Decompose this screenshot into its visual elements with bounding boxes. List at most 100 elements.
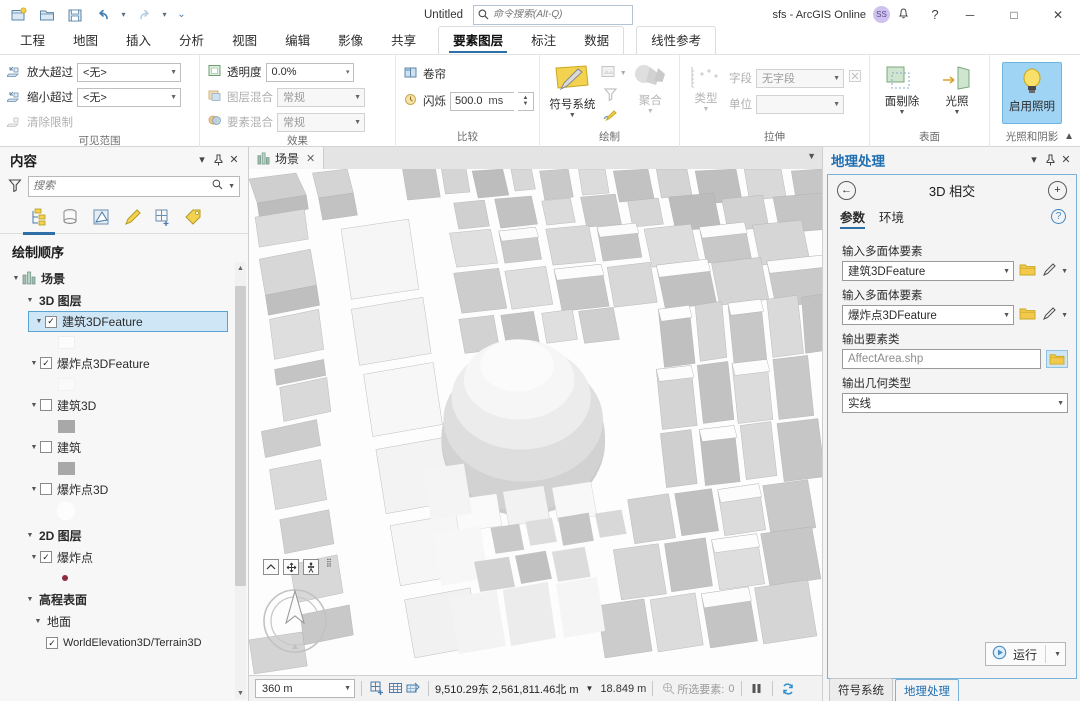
tree-node-scene[interactable]: ▼ 场景 <box>0 267 248 289</box>
ribbon-tab-share[interactable]: 共享 <box>377 27 430 54</box>
ribbon-tab-insert[interactable]: 插入 <box>112 27 165 54</box>
scale-selector[interactable]: 360 m ▼ <box>255 679 355 698</box>
chevron-down-icon[interactable]: ▼ <box>703 106 710 113</box>
zoom-out-beyond-combo[interactable]: <无> ▼ <box>77 87 181 107</box>
customize-qat-icon[interactable]: ⌄ <box>176 9 187 20</box>
pause-icon[interactable] <box>748 680 766 698</box>
feature-blend-combo[interactable]: 常规 ▼ <box>277 112 365 132</box>
folder-icon[interactable] <box>1019 306 1036 324</box>
face-culling-button[interactable]: 面剔除 ▼ <box>877 62 927 116</box>
chevron-expand-icon[interactable]: ▼ <box>33 318 45 325</box>
add-grid-icon[interactable] <box>368 680 386 698</box>
symbology-button[interactable]: 符号系统 ▼ <box>547 61 598 119</box>
undo-icon[interactable] <box>90 3 116 27</box>
dock-tab-geoprocessing[interactable]: 地理处理 <box>895 679 959 701</box>
contents-search[interactable]: ▼ <box>28 175 240 197</box>
chevron-down-icon[interactable]: ▼ <box>586 684 594 693</box>
import-symbology-icon[interactable] <box>600 64 618 83</box>
ribbon-tab-view[interactable]: 视图 <box>218 27 271 54</box>
chevron-expand-icon[interactable]: ▼ <box>24 532 36 539</box>
layer-visibility-checkbox[interactable] <box>40 441 52 453</box>
sidebar-item-list-by-snapping[interactable] <box>150 204 176 230</box>
symbol-edit-icon[interactable] <box>602 108 627 127</box>
layer-visibility-checkbox[interactable]: ✓ <box>40 551 52 563</box>
chevron-down-icon[interactable]: ▼ <box>1061 268 1068 275</box>
layer-visibility-checkbox[interactable]: ✓ <box>40 357 52 369</box>
tree-node-building[interactable]: ▼ 建筑 <box>0 436 248 458</box>
navigator-compass[interactable] <box>259 583 331 655</box>
magnifier-icon[interactable] <box>212 179 223 193</box>
maximize-button[interactable]: □ <box>992 0 1036 29</box>
plus-circle-icon[interactable]: + <box>1048 180 1067 200</box>
layer-visibility-checkbox[interactable] <box>40 399 52 411</box>
flash-duration-input[interactable]: 500.0 ms <box>450 91 514 111</box>
tab-parameters[interactable]: 参数 <box>840 207 866 229</box>
zoom-in-beyond-combo[interactable]: <无> ▼ <box>77 62 181 82</box>
show-grid-icon[interactable] <box>386 680 404 698</box>
param-input-multipatch-2[interactable]: 爆炸点3DFeature ▼ <box>842 305 1015 325</box>
lighting-button[interactable]: 光照 ▼ <box>933 62 981 116</box>
ribbon-tab-edit[interactable]: 编辑 <box>271 27 324 54</box>
redo-icon[interactable] <box>131 3 157 27</box>
ribbon-tab-linear-referencing[interactable]: 线性参考 <box>637 27 715 54</box>
chevron-down-icon[interactable]: ▼ <box>807 151 816 161</box>
ribbon-tab-labeling[interactable]: 标注 <box>517 27 570 54</box>
back-arrow-icon[interactable]: ← <box>837 180 856 200</box>
help-button[interactable]: ? <box>922 0 948 29</box>
open-project-icon[interactable] <box>34 3 60 27</box>
contents-scrollbar-thumb[interactable] <box>235 286 246 586</box>
chevron-expand-icon[interactable]: ▼ <box>28 360 40 367</box>
chevron-down-icon[interactable]: ▼ <box>647 108 654 115</box>
param-input-output-feature-class[interactable]: AffectArea.shp <box>842 349 1041 369</box>
tree-node-world-elevation[interactable]: ✓ WorldElevation3D/Terrain3D <box>0 632 248 654</box>
chevron-expand-icon[interactable]: ▼ <box>28 486 40 493</box>
chevron-down-icon[interactable]: ▾ <box>1026 151 1042 169</box>
save-project-icon[interactable] <box>62 3 88 27</box>
ribbon-tab-map[interactable]: 地图 <box>59 27 112 54</box>
run-button[interactable]: 运行 ▼ <box>985 642 1066 666</box>
tree-node-blast-point-3d-feature[interactable]: ▼ ✓ 爆炸点3DFeature <box>0 352 248 374</box>
layer-visibility-checkbox[interactable] <box>40 483 52 495</box>
pencil-icon[interactable] <box>1041 306 1056 324</box>
question-circle-icon[interactable]: ? <box>1051 209 1066 224</box>
chevron-expand-icon[interactable]: ▼ <box>24 596 36 603</box>
folder-icon[interactable] <box>1019 262 1036 280</box>
full-extent-button[interactable] <box>263 559 279 575</box>
sidebar-item-list-by-labeling[interactable] <box>181 204 207 230</box>
transparency-combo[interactable]: 0.0% ▾ <box>265 62 354 82</box>
explore-button[interactable] <box>303 559 319 575</box>
chevron-up-icon[interactable]: ▲ <box>1064 131 1074 142</box>
ribbon-tab-data[interactable]: 数据 <box>570 27 623 54</box>
tree-node-2d-layers[interactable]: ▼ 2D 图层 <box>0 524 248 546</box>
extrusion-field-combo[interactable]: 无字段 ▼ <box>756 68 844 88</box>
tree-node-elevation-surfaces[interactable]: ▼ 高程表面 <box>0 588 248 610</box>
extrusion-unit-combo[interactable]: ▼ <box>756 94 844 114</box>
clear-limits-row[interactable]: 清除限制 <box>5 111 73 133</box>
tree-node-building-3d[interactable]: ▼ 建筑3D <box>0 394 248 416</box>
command-search-input[interactable] <box>493 9 625 20</box>
sidebar-item-list-by-drawing-order[interactable] <box>23 204 55 235</box>
command-search[interactable] <box>473 4 633 25</box>
pan-button[interactable] <box>283 559 299 575</box>
contents-search-input[interactable] <box>33 180 213 192</box>
clear-extrusion-icon[interactable] <box>848 69 863 86</box>
tree-node-building-3d-feature[interactable]: ▼ ✓ 建筑3DFeature <box>28 311 228 332</box>
tree-node-ground[interactable]: ▼ 地面 <box>0 610 248 632</box>
refresh-icon[interactable] <box>779 680 797 698</box>
layer-visibility-checkbox[interactable]: ✓ <box>45 315 57 328</box>
pin-icon[interactable] <box>210 151 226 169</box>
dots-handle-icon[interactable]: ⣿ <box>326 559 332 567</box>
chevron-expand-icon[interactable]: ▼ <box>28 402 40 409</box>
folder-icon[interactable] <box>1046 350 1068 368</box>
chevron-down-icon[interactable]: ▼ <box>899 109 906 116</box>
param-input-multipatch-1[interactable]: 建筑3DFeature ▼ <box>842 261 1015 281</box>
close-icon[interactable]: ✕ <box>226 151 242 169</box>
avatar[interactable]: SS <box>873 6 890 23</box>
sidebar-item-list-by-data-source[interactable] <box>57 204 83 230</box>
ribbon-tab-feature-layer[interactable]: 要素图层 <box>439 27 517 54</box>
scroll-up-icon[interactable]: ▲ <box>235 262 246 274</box>
scene-view[interactable]: ⣿ <box>249 169 822 675</box>
enable-illumination-button[interactable]: 启用照明 <box>1002 62 1062 124</box>
layer-blend-combo[interactable]: 常规 ▼ <box>277 87 365 107</box>
aggregation-button[interactable]: 聚合 ▼ <box>629 61 672 115</box>
